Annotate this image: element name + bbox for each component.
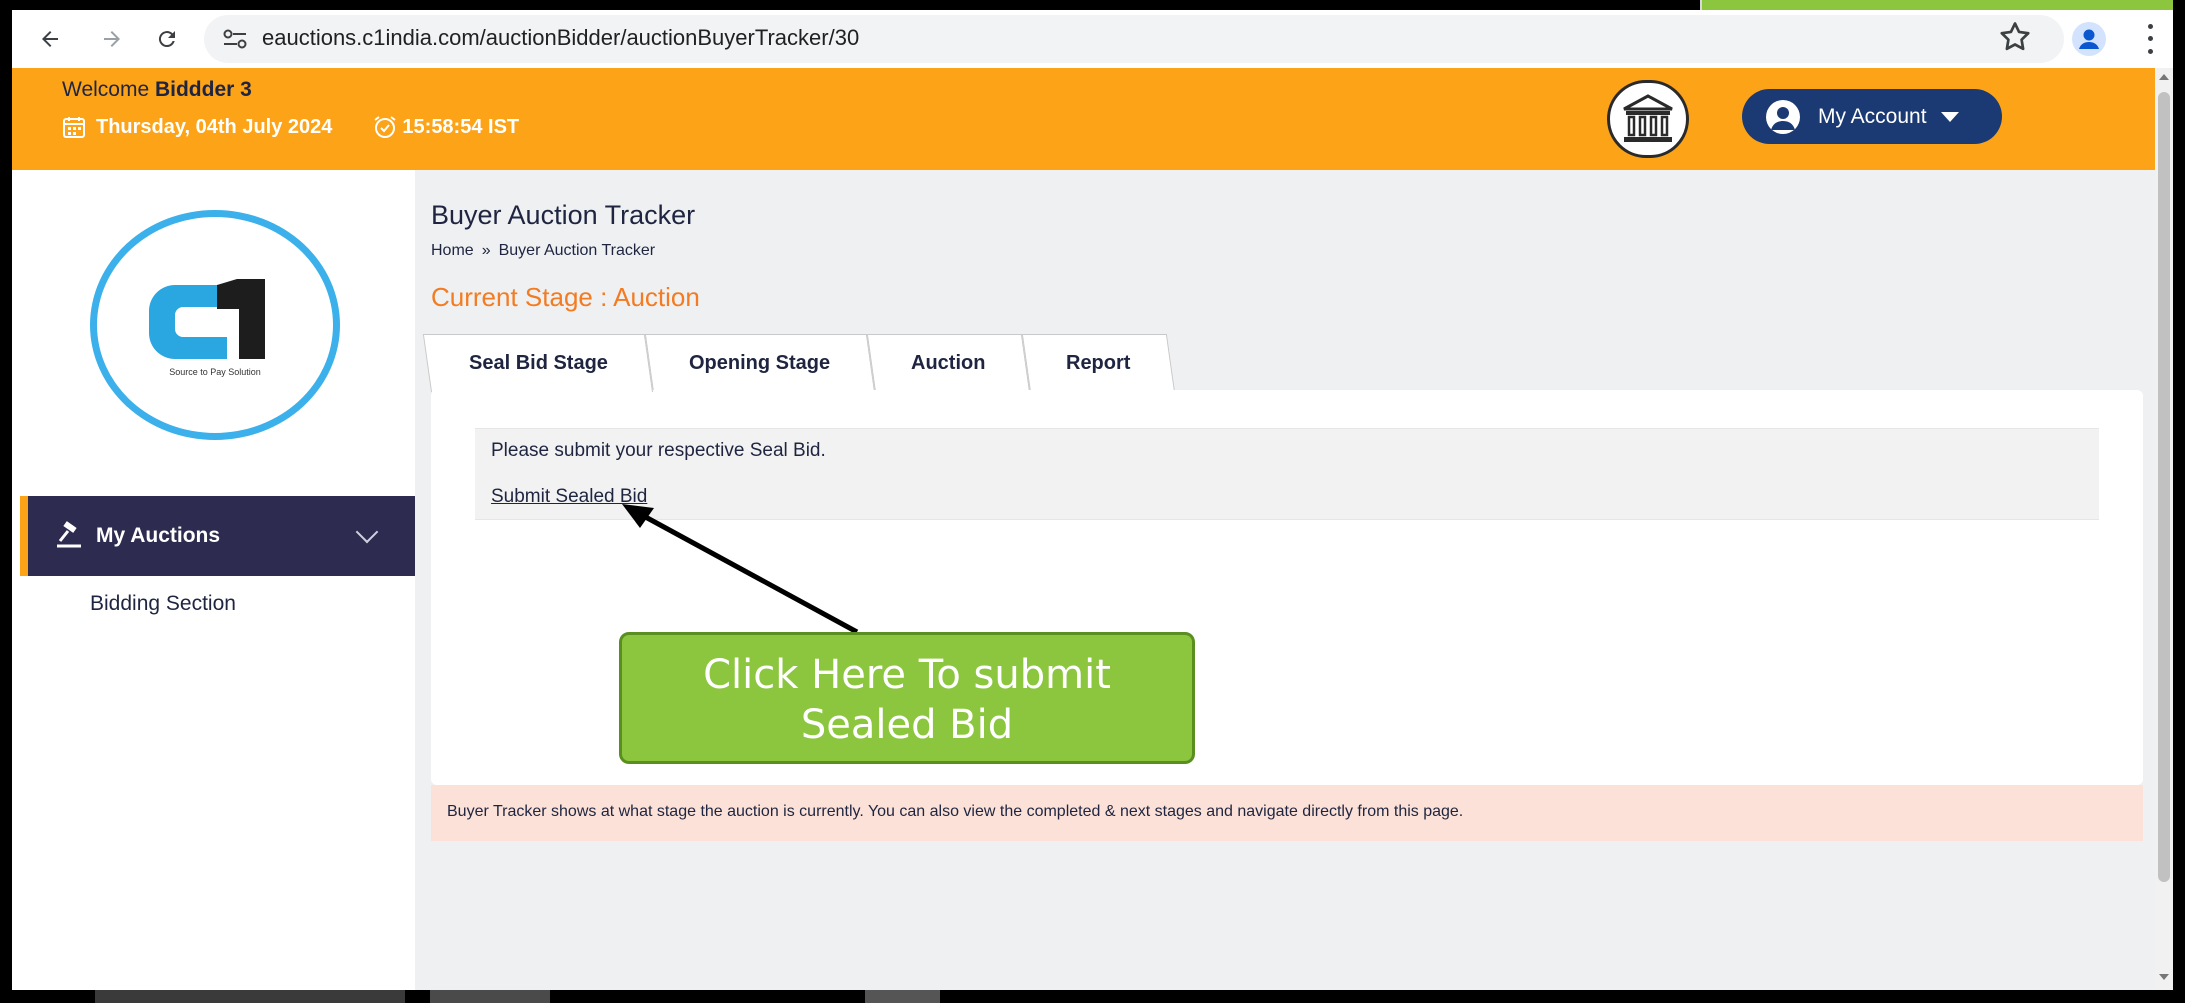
calendar-icon (63, 117, 85, 138)
tab-label: Opening Stage (689, 352, 831, 374)
info-strip: Buyer Tracker shows at what stage the au… (431, 785, 2143, 841)
chevron-down-icon (355, 520, 379, 544)
page-scrollbar[interactable] (2155, 68, 2173, 990)
browser-menu-icon[interactable] (2144, 20, 2156, 58)
user-avatar-icon (1766, 99, 1800, 134)
callout-line-2: Sealed Bid (800, 702, 1014, 748)
sidebar-item-my-auctions[interactable]: My Auctions (20, 496, 415, 576)
main-content: Buyer Auction Tracker Home » Buyer Auction… (415, 170, 2155, 990)
breadcrumb-separator: » (481, 242, 491, 259)
callout-line-1: Click Here To submit (703, 652, 1111, 698)
frame-accent-divider (1700, 0, 1702, 10)
submit-row: Submit Sealed Bid (475, 474, 2099, 520)
sidebar-item-label: My Auctions (96, 524, 221, 547)
submit-sealed-bid-link[interactable]: Submit Sealed Bid (491, 486, 647, 508)
taskbar-item (865, 990, 940, 1003)
sidebar: Source to Pay Solution My Auctions Biddi… (12, 170, 417, 990)
current-date: Thursday, 04th July 2024 (96, 115, 333, 138)
current-stage: Current Stage : Auction (431, 282, 700, 312)
info-text: Buyer Tracker shows at what stage the au… (447, 803, 1464, 820)
tab-auction[interactable]: Auction (866, 334, 1030, 392)
taskbar-item (430, 990, 550, 1003)
current-time: 15:58:54 IST (402, 115, 520, 138)
institution-logo (1607, 80, 1689, 158)
frame-left (0, 0, 12, 1003)
instruction-callout: Click Here To submit Sealed Bid (619, 632, 1195, 764)
forward-icon[interactable] (92, 19, 132, 59)
scroll-down-icon[interactable] (2159, 974, 2169, 980)
site-settings-icon[interactable] (222, 27, 248, 51)
tab-label: Seal Bid Stage (468, 352, 608, 374)
reload-icon[interactable] (147, 19, 187, 59)
scroll-up-icon[interactable] (2159, 74, 2169, 80)
welcome-prefix: Welcome (62, 78, 150, 101)
notice-row: Please submit your respective Seal Bid. (475, 428, 2099, 475)
tab-seal-bid-stage[interactable]: Seal Bid Stage (422, 334, 653, 392)
sidebar-item-bidding-section[interactable]: Bidding Section (90, 592, 236, 616)
app-header: Welcome Biddder 3 Thursday, 04th July 20… (12, 68, 2155, 170)
date-time-row: Thursday, 04th July 2024 15:58:54 IST (62, 114, 519, 140)
welcome-text: Welcome Biddder 3 (62, 78, 252, 102)
breadcrumb-home[interactable]: Home (431, 242, 474, 259)
tab-label: Auction (911, 352, 986, 374)
url-text[interactable]: eauctions.c1india.com/auctionBidder/auct… (262, 25, 859, 51)
taskbar-item (95, 990, 405, 1003)
c1-logo: Source to Pay Solution (90, 210, 340, 440)
frame-accent (1700, 0, 2185, 10)
alarm-clock-icon (374, 116, 397, 138)
gavel-icon (57, 521, 81, 548)
my-account-label: My Account (1818, 104, 1927, 128)
address-bar[interactable]: eauctions.c1india.com/auctionBidder/auct… (204, 15, 2064, 63)
user-name: Biddder 3 (154, 78, 252, 101)
breadcrumb: Home » Buyer Auction Tracker (431, 242, 655, 260)
frame-right (2173, 0, 2185, 1003)
tab-label: Report (1066, 352, 1131, 374)
bookmark-star-icon[interactable] (1997, 19, 2033, 55)
my-account-button[interactable]: My Account (1742, 89, 2002, 144)
browser-profile-icon[interactable] (2072, 22, 2106, 56)
c1-logo-mark (149, 279, 265, 359)
logo-tagline: Source to Pay Solution (169, 367, 261, 377)
back-icon[interactable] (30, 19, 70, 59)
seal-bid-notice: Please submit your respective Seal Bid. (491, 440, 826, 461)
caret-down-icon (1940, 111, 1959, 122)
scrollbar-thumb[interactable] (2158, 92, 2170, 882)
breadcrumb-current: Buyer Auction Tracker (498, 242, 656, 259)
page-title: Buyer Auction Tracker (431, 200, 696, 230)
tab-report[interactable]: Report (1021, 334, 1175, 392)
tab-opening-stage[interactable]: Opening Stage (644, 334, 875, 392)
bank-building-icon (1623, 94, 1673, 142)
browser-toolbar: eauctions.c1india.com/auctionBidder/auct… (12, 10, 2173, 69)
